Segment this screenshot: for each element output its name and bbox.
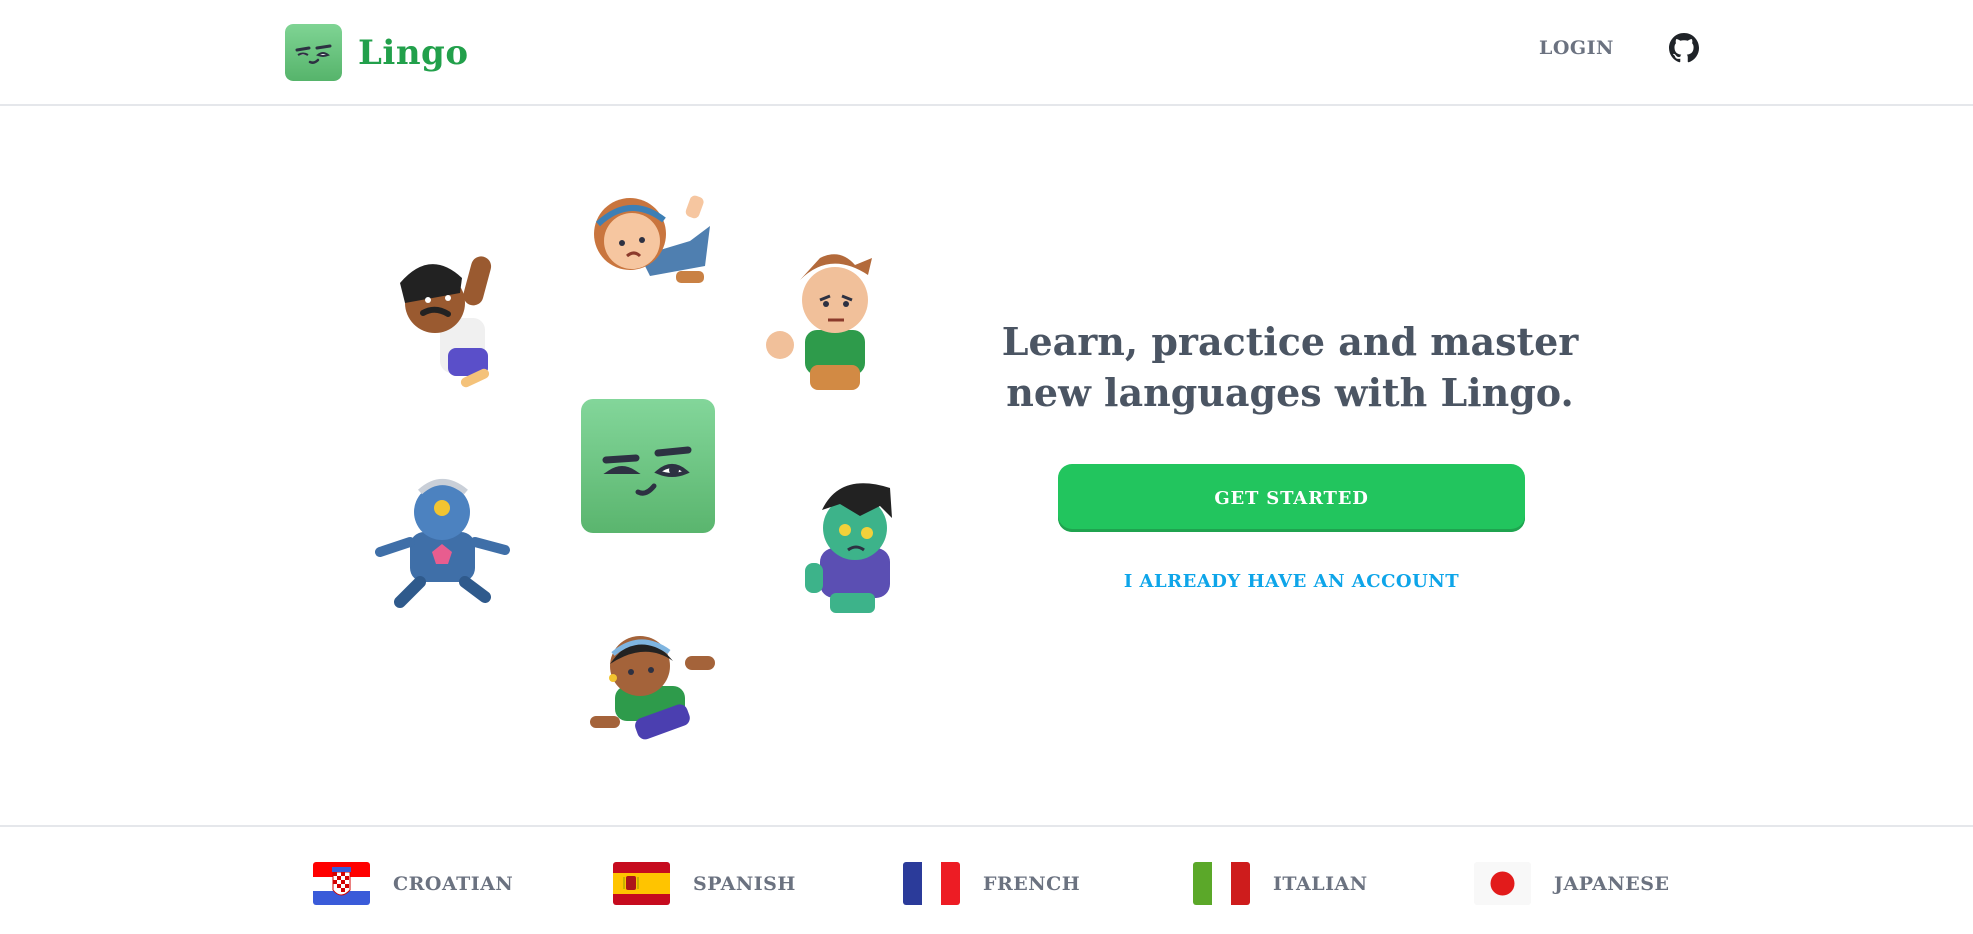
france-flag-icon: [903, 862, 960, 905]
language-label: CROATIAN: [393, 872, 514, 895]
character-girl-green-shirt-icon: [585, 616, 725, 760]
character-robot-icon: [370, 472, 520, 621]
language-japanese[interactable]: JAPANESE: [1474, 862, 1669, 905]
github-icon[interactable]: [1669, 33, 1699, 63]
character-man-green-shirt-icon: [760, 240, 910, 404]
have-account-link[interactable]: I ALREADY HAVE AN ACCOUNT: [1058, 571, 1525, 592]
brand[interactable]: Lingo: [285, 24, 469, 81]
language-footer: CROATIAN SPANISH FRENCH ITALIAN JAPANESE: [0, 825, 1973, 934]
login-link[interactable]: LOGIN: [1539, 37, 1614, 59]
character-man-mustache-icon: [390, 248, 520, 402]
language-label: FRENCH: [983, 872, 1081, 895]
italy-flag-icon: [1193, 862, 1250, 905]
hero-headline: Learn, practice and master new languages…: [1001, 319, 1579, 415]
language-french[interactable]: FRENCH: [903, 862, 1080, 905]
language-italian[interactable]: ITALIAN: [1193, 862, 1368, 905]
character-zombie-icon: [800, 468, 910, 632]
japan-flag-icon: [1474, 862, 1531, 905]
spain-flag-icon: [613, 862, 670, 905]
language-label: JAPANESE: [1554, 872, 1670, 895]
croatia-flag-icon: [313, 862, 370, 905]
brand-name: Lingo: [358, 32, 469, 73]
character-girl-headband-icon: [580, 186, 720, 305]
hero-illustration: [360, 180, 930, 760]
get-started-button[interactable]: GET STARTED: [1058, 464, 1525, 532]
language-label: SPANISH: [693, 872, 796, 895]
language-croatian[interactable]: CROATIAN: [313, 862, 513, 905]
mascot-logo-icon: [285, 24, 342, 81]
site-header: Lingo LOGIN: [0, 0, 1973, 106]
language-spanish[interactable]: SPANISH: [613, 862, 796, 905]
language-label: ITALIAN: [1273, 872, 1368, 895]
center-mascot-icon: [580, 398, 716, 538]
